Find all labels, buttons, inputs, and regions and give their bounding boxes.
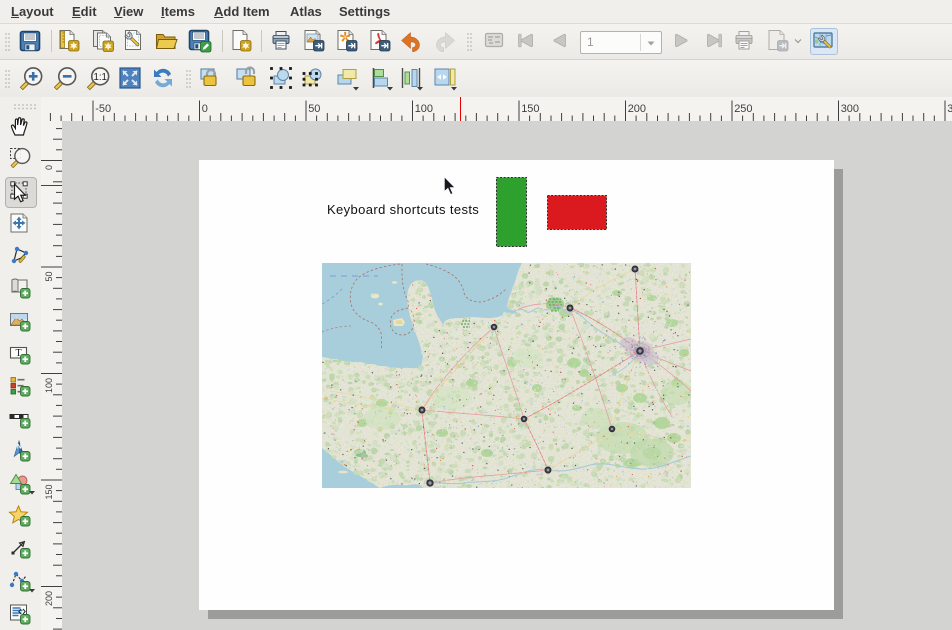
svg-text:1:1: 1:1 <box>93 72 107 83</box>
svg-text:250: 250 <box>734 103 752 115</box>
svg-text:350: 350 <box>947 103 952 115</box>
svg-text:N: N <box>17 443 22 450</box>
svg-text:100: 100 <box>44 378 54 393</box>
svg-text:200: 200 <box>44 591 54 606</box>
svg-text:50: 50 <box>44 272 54 282</box>
svg-text:150: 150 <box>521 103 539 115</box>
svg-text:50: 50 <box>308 103 320 115</box>
svg-text:100: 100 <box>415 103 433 115</box>
svg-text:300: 300 <box>841 103 859 115</box>
svg-text:150: 150 <box>44 485 54 500</box>
svg-text:0: 0 <box>202 103 208 115</box>
svg-text:0: 0 <box>44 165 54 170</box>
svg-text:-50: -50 <box>95 103 111 115</box>
svg-text:200: 200 <box>628 103 646 115</box>
